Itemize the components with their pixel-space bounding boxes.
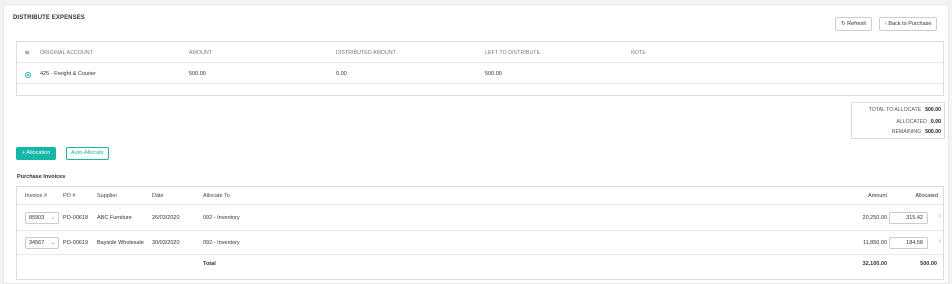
- invoices-table: Invoice # PO # Supplier Date Allocate To…: [16, 186, 944, 280]
- invoice-select[interactable]: 34567 ⌄: [25, 237, 59, 249]
- allocated-value: 0.00: [930, 119, 941, 125]
- col-original-account: ORIGINAL ACCOUNT: [40, 50, 94, 56]
- allocated-input[interactable]: 184.58: [889, 237, 928, 249]
- col-invoice: Invoice #: [25, 193, 48, 199]
- invoice-select[interactable]: 85903 ⌄: [25, 212, 59, 224]
- account-name: 425 - Freight & Courier: [40, 71, 96, 77]
- allocate-to: 092 - Inventory: [203, 240, 240, 246]
- total-label: TOTAL TO ALLOCATE: [868, 107, 922, 113]
- total-value: 500.00: [925, 107, 941, 113]
- close-icon[interactable]: ×: [938, 239, 942, 245]
- left-to-distribute: 500.00: [485, 71, 502, 77]
- invoice-amount: 20,250.00: [862, 215, 887, 221]
- col-amount: AMOUNT: [189, 50, 213, 56]
- divider: [17, 230, 943, 231]
- remaining-value: 500.00: [925, 129, 941, 135]
- back-to-purchase-button[interactable]: ‹ Back to Purchase: [879, 17, 938, 31]
- account-amount: 500.00: [189, 71, 206, 77]
- col-allocate-to: Allocate To: [203, 193, 230, 199]
- section-title: Purchase Invoices: [17, 174, 66, 180]
- total-amount: 32,100.00: [862, 261, 887, 267]
- allocated-input[interactable]: 315.42: [889, 212, 928, 224]
- po-number: PO-00619: [63, 240, 89, 246]
- col-date: Date: [152, 193, 164, 199]
- divider: [17, 83, 943, 84]
- refresh-label: Refresh: [847, 21, 867, 27]
- po-number: PO-00618: [63, 215, 89, 221]
- accounts-table: ⊙ ORIGINAL ACCOUNT AMOUNT DISTRIBUTED AM…: [16, 41, 944, 96]
- distribute-expenses-card: DISTRIBUTE EXPENSES ↻ Refresh ‹ Back to …: [3, 4, 949, 284]
- chevron-down-icon: ⌄: [50, 240, 55, 246]
- col-note: NOTE: [631, 50, 646, 56]
- col-supplier: Supplier: [97, 193, 118, 199]
- auto-allocate-button[interactable]: Auto-Allocate: [66, 147, 109, 160]
- distributed-amount: 0.00: [336, 71, 347, 77]
- invoice-number: 34567: [29, 240, 45, 246]
- page-title: DISTRIBUTE EXPENSES: [13, 15, 85, 21]
- col-po: PO #: [63, 193, 76, 199]
- date: 26/03/2020: [152, 215, 180, 221]
- supplier: ABC Furniture: [97, 215, 132, 221]
- account-radio[interactable]: [25, 72, 31, 78]
- supplier: Bayside Wholesale: [97, 240, 144, 246]
- allocation-summary: TOTAL TO ALLOCATE 500.00 ALLOCATED 0.00 RE…: [851, 102, 945, 139]
- invoice-amount: 11,850.00: [862, 240, 887, 246]
- divider: [17, 204, 943, 205]
- add-allocation-button[interactable]: + Allocation: [16, 147, 57, 160]
- refresh-icon: ↻: [841, 21, 846, 27]
- remaining-label: REMAINING: [891, 129, 922, 135]
- close-icon[interactable]: ×: [938, 214, 942, 220]
- invoice-number: 85903: [29, 215, 45, 221]
- chevron-left-icon: ‹: [885, 21, 887, 27]
- col-distributed-amount: DISTRIBUTED AMOUNT: [336, 50, 397, 56]
- date: 30/03/2020: [152, 240, 180, 246]
- col-allocated: Allocated: [915, 193, 938, 199]
- allocate-to: 092 - Inventory: [203, 215, 240, 221]
- back-label: Back to Purchase: [888, 21, 932, 27]
- remaining: REMAINING 500.00: [892, 129, 941, 135]
- col-left-to-distribute: LEFT TO DISTRIBUTE: [485, 50, 541, 56]
- divider: [17, 254, 943, 255]
- total-to-allocate: TOTAL TO ALLOCATE 500.00: [869, 107, 941, 113]
- select-column-header: ⊙: [25, 50, 30, 56]
- allocated-label: ALLOCATED: [896, 119, 927, 125]
- col-amount: Amount: [868, 193, 887, 199]
- refresh-button[interactable]: ↻ Refresh: [835, 17, 873, 31]
- total-allocated: 500.00: [920, 261, 937, 267]
- divider: [17, 62, 943, 63]
- allocated: ALLOCATED 0.00: [896, 119, 941, 125]
- total-label: Total: [203, 261, 216, 267]
- chevron-down-icon: ⌄: [50, 215, 55, 221]
